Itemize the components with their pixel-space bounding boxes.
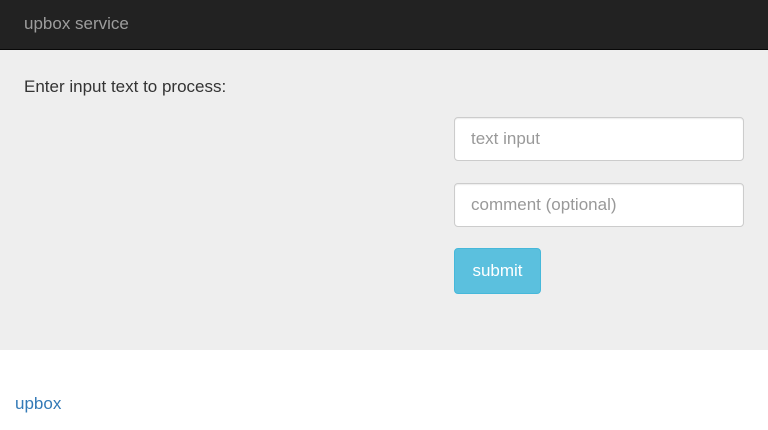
text-input-field[interactable]: [454, 117, 744, 161]
comment-input-field[interactable]: [454, 183, 744, 227]
navbar-brand[interactable]: upbox service: [24, 14, 129, 34]
top-navbar: upbox service: [0, 0, 768, 50]
input-prompt-label: Enter input text to process:: [24, 77, 227, 96]
input-panel: Enter input text to process: submit: [0, 50, 768, 350]
submit-button[interactable]: submit: [454, 248, 541, 294]
footer-upbox-link[interactable]: upbox: [15, 394, 61, 414]
